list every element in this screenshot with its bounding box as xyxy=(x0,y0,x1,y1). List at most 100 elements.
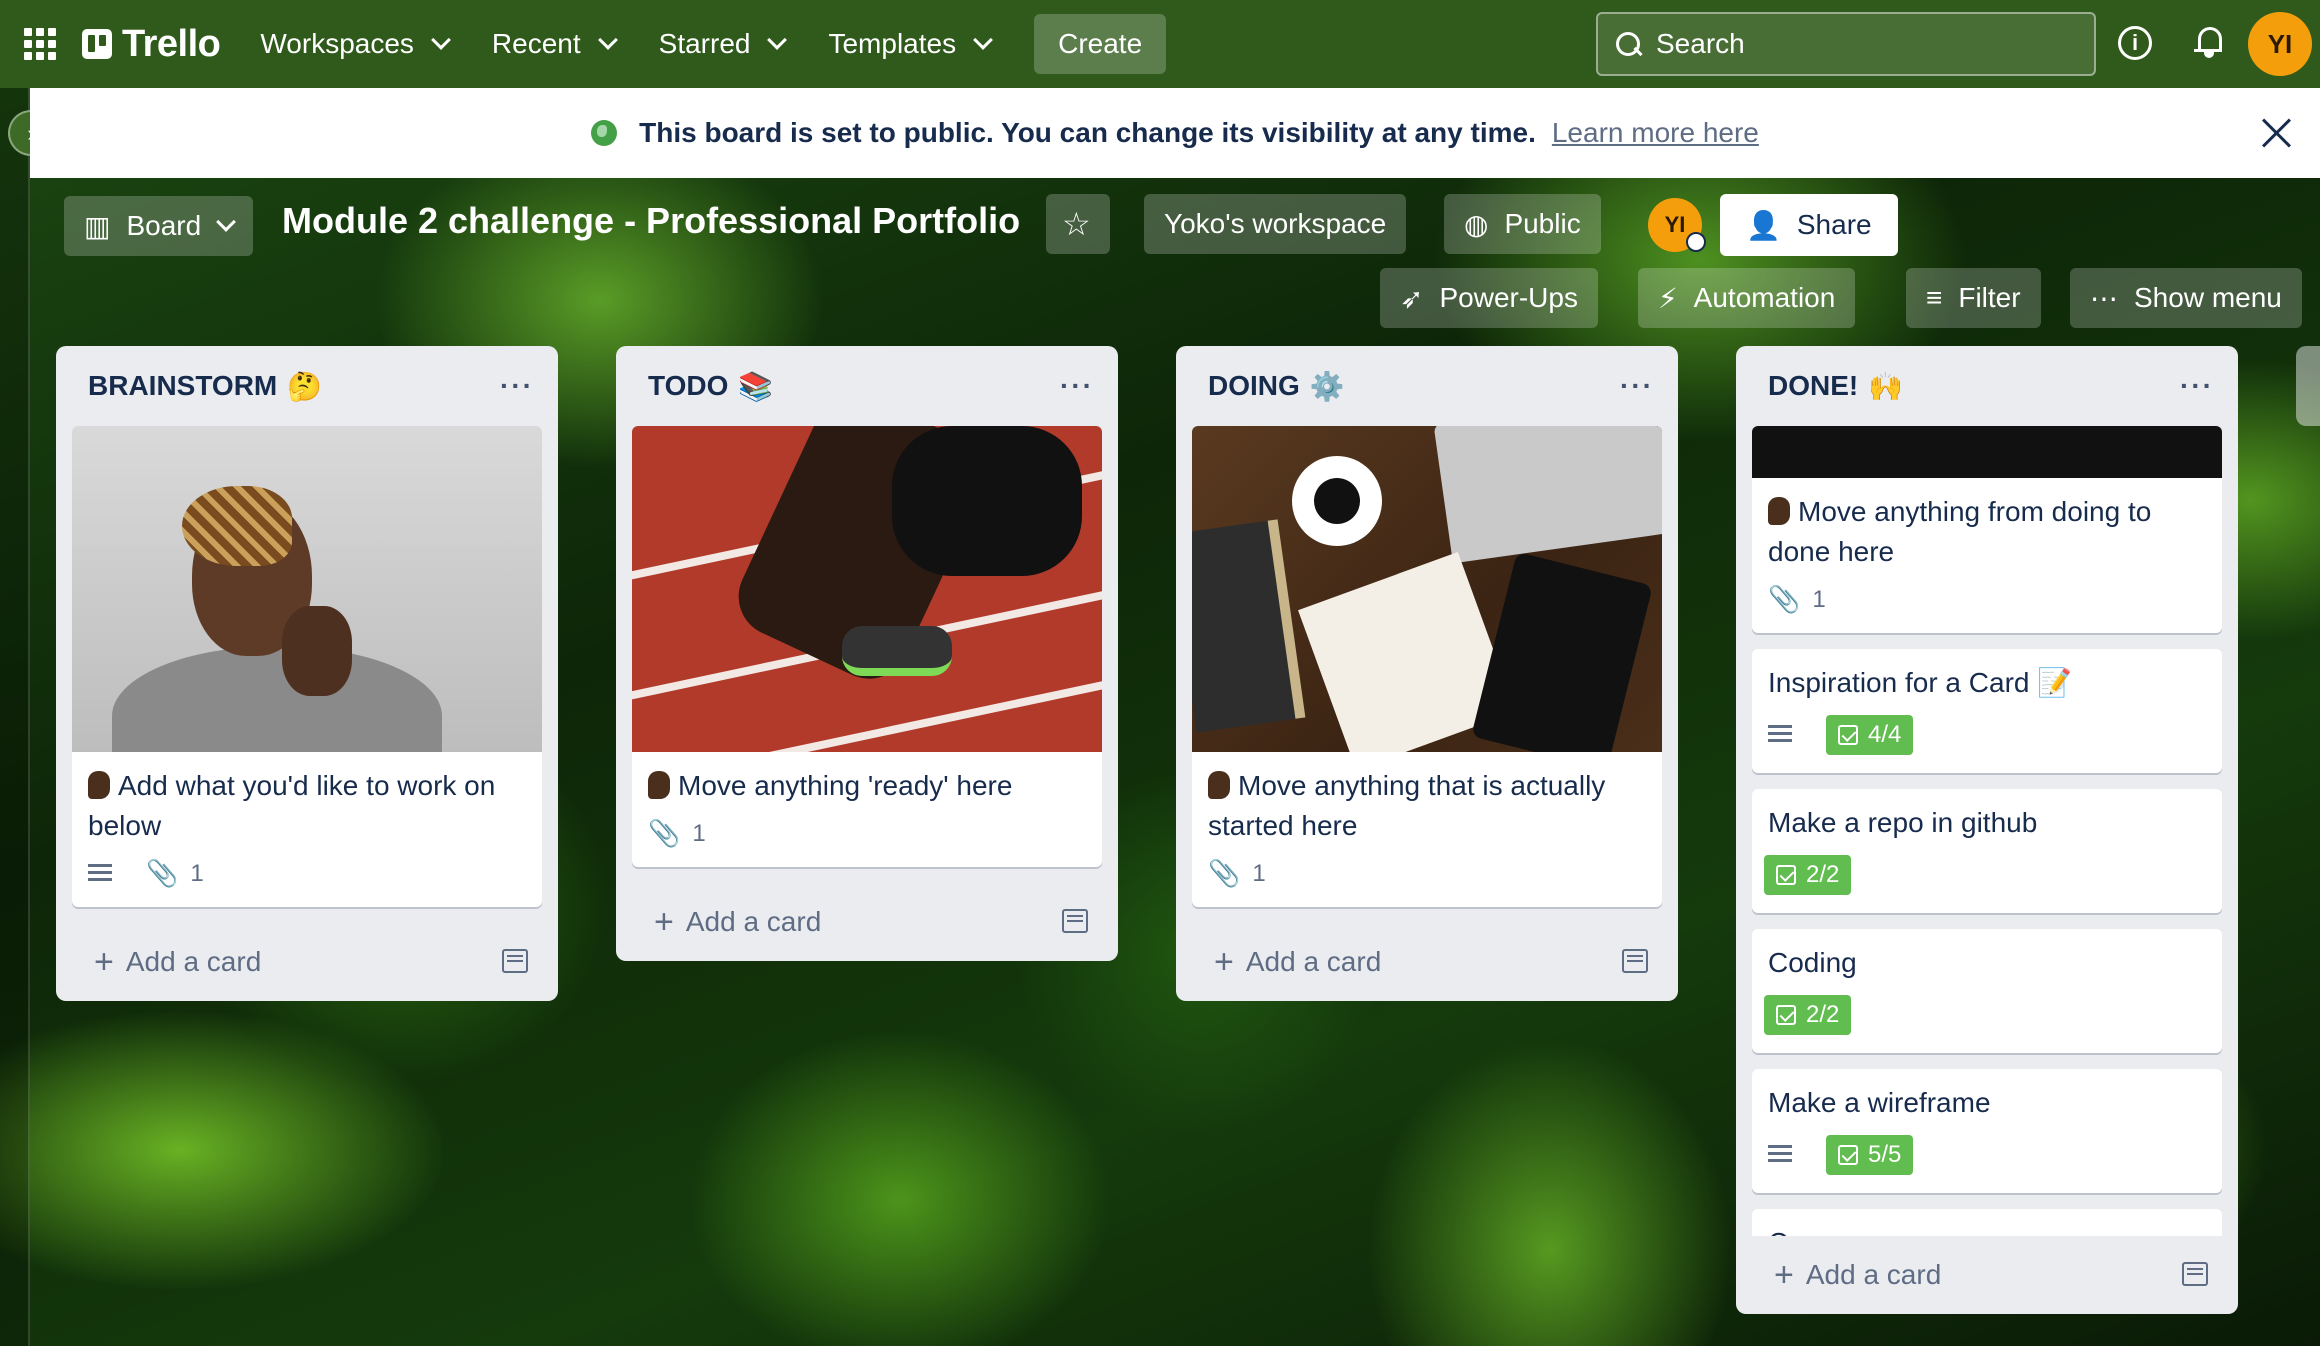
add-list-edge[interactable] xyxy=(2296,346,2320,426)
info-icon[interactable]: i xyxy=(2118,26,2152,60)
star-board-icon[interactable]: ☆ xyxy=(1046,194,1110,254)
powerups-button[interactable]: ➶ Power-Ups xyxy=(1380,268,1598,328)
checkbox-icon xyxy=(1776,1005,1796,1025)
recent-menu[interactable]: Recent xyxy=(478,18,629,70)
card-template-icon[interactable] xyxy=(1062,909,1088,933)
checkbox-icon xyxy=(1776,865,1796,885)
add-card-button[interactable]: + Add a card xyxy=(1176,923,1678,1001)
card-template-icon[interactable] xyxy=(1622,949,1648,973)
attachment-icon: 📎 xyxy=(146,858,179,888)
checklist-count: 5/5 xyxy=(1868,1141,1902,1168)
show-menu-label: Show menu xyxy=(2134,282,2282,313)
list-header[interactable]: TODO 📚 ··· xyxy=(616,346,1118,426)
create-button[interactable]: Create xyxy=(1034,14,1167,74)
plus-icon: + xyxy=(1774,1255,1794,1294)
close-icon[interactable] xyxy=(2258,114,2296,152)
checklist-badge: 4/4 xyxy=(1826,715,1914,755)
powerups-label: Power-Ups xyxy=(1439,282,1578,313)
globe-icon: ◍ xyxy=(1464,208,1489,240)
attachment-count: 1 xyxy=(190,859,204,887)
checklist-badge: 5/5 xyxy=(1826,1135,1914,1175)
board-view-switcher[interactable]: ▥ Board xyxy=(64,196,254,256)
banner-text: This board is set to public. You can cha… xyxy=(639,117,1536,148)
add-card-label: Add a card xyxy=(1805,1259,1942,1290)
automation-button[interactable]: ⚡ Automation xyxy=(1638,268,1856,328)
list-done: DONE! 🙌 ··· Move anything from doing to … xyxy=(1736,346,2238,1314)
templates-menu[interactable]: Templates xyxy=(814,18,1004,70)
checkbox-icon xyxy=(1838,725,1858,745)
card-cover-image xyxy=(1752,426,2222,478)
card[interactable]: Coding 2/2 xyxy=(1752,929,2222,1053)
app-switcher-icon[interactable] xyxy=(24,28,56,60)
list-title: DONE! xyxy=(1768,370,1859,401)
visibility-button[interactable]: ◍ Public xyxy=(1444,194,1601,254)
share-label: Share xyxy=(1796,209,1872,240)
starred-menu[interactable]: Starred xyxy=(645,18,799,70)
list-actions-icon[interactable]: ··· xyxy=(500,370,534,402)
card-title: Add what you'd like to work on below xyxy=(88,770,496,841)
list-header[interactable]: DOING ⚙️ ··· xyxy=(1176,346,1678,426)
card[interactable]: Make a repo in github 2/2 xyxy=(1752,789,2222,913)
card-template-icon[interactable] xyxy=(502,949,528,973)
recent-label: Recent xyxy=(491,28,581,59)
search-placeholder: Search xyxy=(1656,28,1745,59)
list-cards-scroll[interactable]: Move anything from doing to done here 📎 … xyxy=(1736,426,2238,1236)
learn-more-link[interactable]: Learn more here xyxy=(1552,117,1759,149)
logo-text: Trello xyxy=(122,22,221,65)
globe-icon xyxy=(591,120,618,146)
plus-icon: + xyxy=(1214,942,1234,981)
list-actions-icon[interactable]: ··· xyxy=(1060,370,1094,402)
chevron-down-icon xyxy=(973,30,993,50)
checklist-count: 2/2 xyxy=(1806,861,1840,888)
card[interactable]: Inspiration for a Card 📝 4/4 xyxy=(1752,649,2222,773)
raised-hand-icon xyxy=(1768,497,1790,525)
filter-icon: ≡ xyxy=(1926,282,1943,313)
search-input[interactable]: Search xyxy=(1596,12,2096,76)
workspaces-menu[interactable]: Workspaces xyxy=(246,18,462,70)
workspace-button[interactable]: Yoko's workspace xyxy=(1144,194,1407,254)
trello-logo[interactable]: Trello xyxy=(82,22,221,66)
gear-emoji-icon: ⚙️ xyxy=(1309,370,1345,402)
card[interactable]: Move anything 'ready' here 📎 1 xyxy=(632,426,1102,867)
workspaces-label: Workspaces xyxy=(260,28,414,59)
list-actions-icon[interactable]: ··· xyxy=(1620,370,1654,402)
chevron-down-icon xyxy=(216,212,237,232)
list-todo: TODO 📚 ··· Move anything 'ready' here 📎 … xyxy=(616,346,1118,961)
raised-hand-icon xyxy=(88,771,110,799)
more-icon: ⋯ xyxy=(2090,282,2118,314)
card[interactable]: Move anything that is actually started h… xyxy=(1192,426,1662,907)
add-card-button[interactable]: + Add a card xyxy=(1736,1236,2238,1314)
card-title: Coding xyxy=(1768,947,1857,978)
card[interactable]: Make a wireframe 5/5 xyxy=(1752,1069,2222,1193)
checklist-badge: 2/2 xyxy=(1764,995,1852,1035)
card-cover-image xyxy=(1192,426,1662,752)
rocket-icon: ➶ xyxy=(1400,282,1424,314)
user-avatar[interactable]: YI xyxy=(2248,12,2312,76)
list-header[interactable]: BRAINSTORM 🤔 ··· xyxy=(56,346,558,426)
admin-badge-icon xyxy=(1686,232,1706,252)
card-template-icon[interactable] xyxy=(2182,1262,2208,1286)
card[interactable]: Css xyxy=(1752,1209,2222,1236)
add-card-button[interactable]: + Add a card xyxy=(616,883,1118,961)
public-board-banner: This board is set to public. You can cha… xyxy=(30,88,2320,178)
add-card-button[interactable]: + Add a card xyxy=(56,923,558,1001)
filter-button[interactable]: ≡ Filter xyxy=(1906,268,2041,328)
list-header[interactable]: DONE! 🙌 ··· xyxy=(1736,346,2238,426)
filter-label: Filter xyxy=(1958,282,2021,313)
show-menu-button[interactable]: ⋯ Show menu xyxy=(2070,268,2302,328)
card[interactable]: Add what you'd like to work on below 📎 1 xyxy=(72,426,542,907)
list-actions-icon[interactable]: ··· xyxy=(2180,370,2214,402)
trello-logo-icon xyxy=(82,29,112,59)
checkbox-icon xyxy=(1838,1145,1858,1165)
card-title: Move anything that is actually started h… xyxy=(1208,770,1606,841)
board-title[interactable]: Module 2 challenge - Professional Portfo… xyxy=(282,200,1020,242)
checklist-count: 2/2 xyxy=(1806,1001,1840,1028)
share-button[interactable]: 👤 Share xyxy=(1720,194,1898,256)
card-cover-image xyxy=(72,426,542,752)
attachment-count: 1 xyxy=(1812,585,1826,613)
card-title: Make a wireframe xyxy=(1768,1087,1991,1118)
list-title: BRAINSTORM xyxy=(88,370,278,401)
card-title: Move anything 'ready' here xyxy=(678,770,1013,801)
card[interactable]: Move anything from doing to done here 📎 … xyxy=(1752,426,2222,633)
description-icon xyxy=(1768,725,1792,745)
